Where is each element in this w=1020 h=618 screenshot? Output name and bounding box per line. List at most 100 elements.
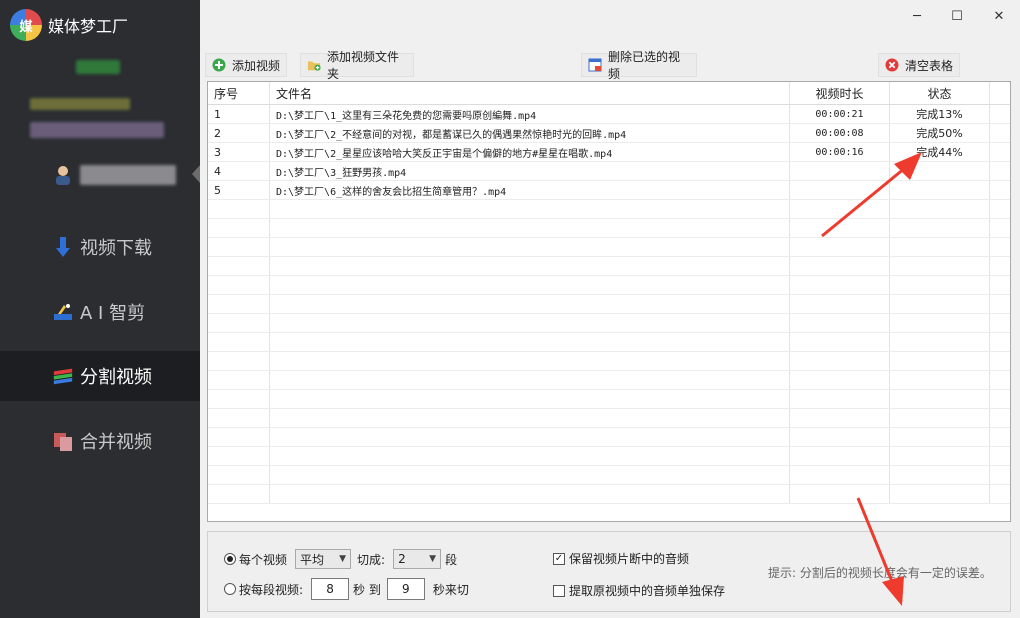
minimize-button[interactable]: ─: [906, 6, 928, 26]
cell-filename: [270, 219, 790, 237]
cell-filler: [990, 162, 1010, 180]
cell-filename: [270, 466, 790, 484]
cell-no: [208, 428, 270, 446]
sidebar-item-video-download[interactable]: 视频下载: [0, 222, 200, 272]
cell-duration: [790, 485, 890, 503]
cell-filler: [990, 466, 1010, 484]
sidebar-item-label: A I 智剪: [80, 303, 146, 324]
table-row-empty: [208, 409, 1010, 428]
cell-no: [208, 219, 270, 237]
cell-duration: [790, 295, 890, 313]
to-seconds-input[interactable]: 9: [386, 578, 425, 600]
cell-status: [890, 181, 990, 199]
by-segment-radio[interactable]: [224, 583, 236, 595]
table-row-empty: [208, 390, 1010, 409]
cell-status: [890, 428, 990, 446]
brand: 媒 媒体梦工厂: [10, 8, 128, 42]
cell-filename: [270, 257, 790, 275]
extract-audio-checkbox[interactable]: [553, 584, 565, 597]
mode-select[interactable]: 平均 ▼: [295, 549, 352, 569]
cell-duration: 00:00:08: [790, 124, 890, 142]
table-row[interactable]: 3 D:\梦工厂\2_星星应该哈哈大笑反正宇宙是个偏僻的地方#星星在唱歌.mp4 0…: [208, 143, 1010, 162]
cell-filler: [990, 295, 1010, 313]
maximize-button[interactable]: ☐: [946, 6, 968, 26]
cell-no: 2: [208, 124, 270, 142]
folder-add-icon: [307, 58, 321, 72]
cell-duration: [790, 352, 890, 370]
cell-filename: D:\梦工厂\2_星星应该哈哈大笑反正宇宙是个偏僻的地方#星星在唱歌.mp4: [270, 143, 790, 161]
sidebar: 媒 媒体梦工厂 视频下载 A I 智剪 分割视频 合并视频: [0, 0, 200, 618]
cell-status: [890, 333, 990, 351]
cell-filename: [270, 409, 790, 427]
main-panel: ─ ☐ ✕ 添加视频 添加视频文件夹 删除已选的视频 清空表格 序号 文件名 视…: [200, 0, 1020, 618]
add-video-button[interactable]: 添加视频: [205, 53, 287, 77]
by-segment-option[interactable]: 按每段视频: 8 秒 到 9 秒来切: [224, 578, 469, 600]
clear-table-button[interactable]: 清空表格: [878, 53, 960, 77]
sidebar-item-label: 合并视频: [80, 432, 152, 453]
each-video-option[interactable]: 每个视频 平均 ▼ 切成: 2 ▼ 段: [224, 549, 457, 569]
add-folder-button[interactable]: 添加视频文件夹: [300, 50, 414, 81]
sidebar-item-split-video[interactable]: 分割视频: [0, 351, 200, 401]
cell-filler: [990, 124, 1010, 142]
app-logo-icon: 媒: [10, 9, 42, 41]
table-row-empty: [208, 276, 1010, 295]
cell-filler: [990, 447, 1010, 465]
table-row[interactable]: 4 D:\梦工厂\3_狂野男孩.mp4: [208, 162, 1010, 181]
sidebar-item-merge-video[interactable]: 合并视频: [0, 416, 200, 466]
sidebar-item-account[interactable]: [0, 150, 200, 200]
from-seconds-input[interactable]: 8: [311, 578, 350, 600]
cell-filler: [990, 143, 1010, 161]
sidebar-item-ai-edit[interactable]: A I 智剪: [0, 287, 200, 337]
cell-duration: [790, 409, 890, 427]
cell-status: 完成44%: [890, 143, 990, 161]
cell-no: [208, 371, 270, 389]
cell-no: 3: [208, 143, 270, 161]
cell-status: [890, 238, 990, 256]
table-row-empty: [208, 428, 1010, 447]
extract-audio-option[interactable]: 提取原视频中的音频单独保存: [553, 582, 725, 599]
cell-duration: [790, 447, 890, 465]
table-row[interactable]: 5 D:\梦工厂\6_这样的舍友会比招生简章管用？.mp4: [208, 181, 1010, 200]
cell-duration: [790, 314, 890, 332]
cell-filler: [990, 314, 1010, 332]
sidebar-pointer-icon: [192, 165, 200, 183]
table-row-empty: [208, 485, 1010, 504]
keep-audio-option[interactable]: ✓ 保留视频片断中的音频: [553, 550, 689, 567]
table-row-empty: [208, 238, 1010, 257]
cell-no: [208, 485, 270, 503]
table-body: 1 D:\梦工厂\1_这里有三朵花免费的您需要吗原创編舞.mp4 00:00:21 完…: [208, 105, 1010, 504]
cell-duration: [790, 200, 890, 218]
header-duration[interactable]: 视频时长: [790, 82, 890, 104]
table-row-empty: [208, 333, 1010, 352]
close-button[interactable]: ✕: [988, 6, 1010, 26]
table-row[interactable]: 2 D:\梦工厂\2_不经意间的对视，都是蓄谋已久的偶遇果然惊艳时光的回眸.mp4…: [208, 124, 1010, 143]
cell-filename: [270, 238, 790, 256]
cell-no: 1: [208, 105, 270, 123]
add-circle-icon: [212, 58, 226, 72]
cell-filename: [270, 371, 790, 389]
header-filename[interactable]: 文件名: [270, 82, 790, 104]
cell-filler: [990, 485, 1010, 503]
delete-selected-button[interactable]: 删除已选的视频: [581, 50, 697, 81]
table-row-empty: [208, 314, 1010, 333]
table-row[interactable]: 1 D:\梦工厂\1_这里有三朵花免费的您需要吗原创編舞.mp4 00:00:21 完…: [208, 105, 1010, 124]
cell-no: [208, 314, 270, 332]
keep-audio-checkbox[interactable]: ✓: [553, 552, 565, 565]
cell-status: [890, 390, 990, 408]
cell-filler: [990, 105, 1010, 123]
merge-video-icon: [52, 430, 74, 452]
header-no[interactable]: 序号: [208, 82, 270, 104]
each-video-radio[interactable]: [224, 553, 236, 565]
cell-no: 5: [208, 181, 270, 199]
video-table[interactable]: 序号 文件名 视频时长 状态 1 D:\梦工厂\1_这里有三朵花免费的您需要吗原创…: [207, 81, 1011, 522]
cell-filename: [270, 352, 790, 370]
cell-status: [890, 219, 990, 237]
header-status[interactable]: 状态: [890, 82, 990, 104]
table-row-empty: [208, 447, 1010, 466]
segments-select[interactable]: 2 ▼: [393, 549, 442, 569]
table-row-empty: [208, 371, 1010, 390]
cell-no: [208, 333, 270, 351]
sidebar-item-label: 分割视频: [80, 367, 152, 388]
cell-filler: [990, 352, 1010, 370]
cell-filename: D:\梦工厂\3_狂野男孩.mp4: [270, 162, 790, 180]
